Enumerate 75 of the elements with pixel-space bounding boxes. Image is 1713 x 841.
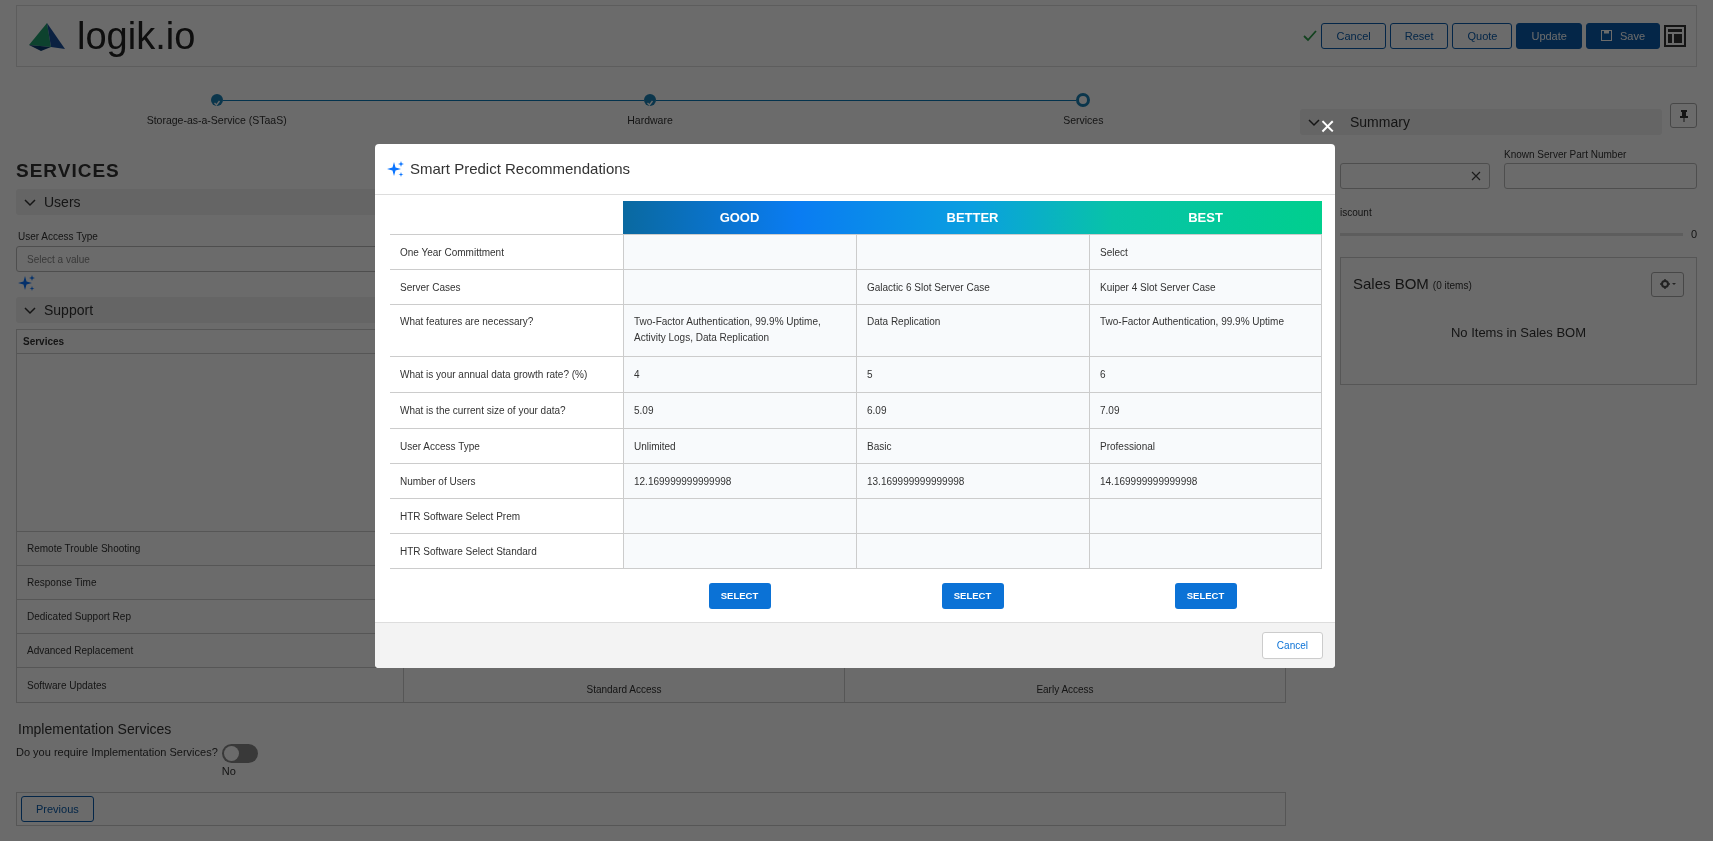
slider-value: 0 <box>1690 227 1697 242</box>
table-cell: 6 <box>1089 356 1322 392</box>
card-title: Sales BOM <box>1353 273 1429 294</box>
chevron-down-icon[interactable] <box>1308 116 1320 128</box>
select-button[interactable]: SELECT <box>708 583 771 609</box>
pin-icon <box>1679 109 1688 122</box>
page-title: SERVICES <box>16 158 120 183</box>
field-label: User Access Type <box>18 230 99 245</box>
table-cell: Select <box>1089 234 1322 269</box>
toggle-switch[interactable] <box>221 744 258 764</box>
select-button[interactable]: SELECT <box>1174 583 1237 609</box>
step-dot[interactable] <box>1076 93 1091 107</box>
table-cell: Unlimited <box>623 428 856 463</box>
section-title: Summary <box>1350 112 1410 132</box>
sparkle-icon <box>387 161 404 177</box>
table-cell: 5.09 <box>623 392 856 428</box>
chevron-down-icon[interactable] <box>24 196 36 209</box>
header-button[interactable]: Save <box>1585 22 1660 50</box>
question-label: Do you require Implementation Services? <box>16 745 218 761</box>
header-button[interactable]: Reset <box>1389 22 1449 50</box>
table-cell-text: Software Updates <box>26 678 108 693</box>
column-header: BETTER <box>945 208 1000 227</box>
header-button[interactable]: Cancel <box>1321 22 1386 50</box>
table-cell-text: Advanced Replacement <box>26 644 135 659</box>
table-cell: 12.169999999999998 <box>623 463 856 498</box>
header-button[interactable]: Update <box>1516 22 1582 50</box>
field-label: Known Server Part Number <box>1504 148 1628 162</box>
table-cell: 6.09 <box>856 392 1089 428</box>
step-label: Services <box>1063 113 1104 128</box>
check-icon <box>1303 30 1318 42</box>
table-cell-text: Dedicated Support Rep <box>26 610 132 625</box>
empty-message: No Items in Sales BOM <box>1449 323 1588 342</box>
table-cell: Data Replication <box>856 304 1089 356</box>
section-title: Support <box>44 300 94 320</box>
field-label: iscount <box>1340 206 1373 220</box>
sparkle-icon[interactable] <box>18 275 35 292</box>
step-dot[interactable] <box>210 94 223 106</box>
table-cell: Basic <box>856 428 1089 463</box>
header-button[interactable]: Quote <box>1452 22 1513 50</box>
column-header: BEST <box>1187 208 1224 227</box>
table-cell: Kuiper 4 Slot Server Case <box>1089 269 1322 304</box>
cancel-button[interactable]: Cancel <box>1261 632 1323 659</box>
toggle-state: No <box>221 764 236 780</box>
logo-text: logik.io <box>77 17 196 55</box>
table-cell-text: Response Time <box>26 576 98 591</box>
table-cell: Galactic 6 Slot Server Case <box>856 269 1089 304</box>
select-button[interactable]: SELECT <box>941 583 1004 609</box>
save-icon <box>1600 29 1612 41</box>
settings-icon <box>1658 279 1677 289</box>
table-cell: 5 <box>856 356 1089 392</box>
column-header: GOOD <box>718 208 761 227</box>
table-cell: Two-Factor Authentication, 99.9% Uptime <box>1089 304 1322 356</box>
section-title: Implementation Services <box>18 720 173 740</box>
table-cell: 7.09 <box>1089 392 1322 428</box>
table-cell: 14.169999999999998 <box>1089 463 1322 498</box>
table-cell: Two-Factor Authentication, 99.9% Uptime, Activity Logs, Data Replication <box>623 304 856 356</box>
input-field[interactable] <box>1340 163 1490 189</box>
close-icon[interactable] <box>1471 171 1481 181</box>
section-title: Users <box>44 192 81 212</box>
input-field[interactable] <box>1504 163 1697 189</box>
settings-dropdown[interactable] <box>1651 271 1684 297</box>
layout-icon[interactable] <box>1664 25 1686 47</box>
chevron-down-icon[interactable] <box>24 304 36 317</box>
table-cell: 4 <box>623 356 856 392</box>
step-label: Hardware <box>627 113 673 128</box>
previous-button[interactable]: Previous <box>21 795 94 823</box>
step-label: Storage-as-a-Service (STaaS) <box>146 113 287 128</box>
table-cell: 13.169999999999998 <box>856 463 1089 498</box>
step-dot[interactable] <box>644 94 656 106</box>
logo-icon <box>27 21 67 51</box>
pin-button[interactable] <box>1670 103 1697 128</box>
item-count: (0 items) <box>1432 278 1472 293</box>
modal-title: Smart Predict Recommendations <box>410 158 631 179</box>
table-cell: Professional <box>1089 428 1322 463</box>
table-cell-text: Remote Trouble Shooting <box>26 542 142 557</box>
